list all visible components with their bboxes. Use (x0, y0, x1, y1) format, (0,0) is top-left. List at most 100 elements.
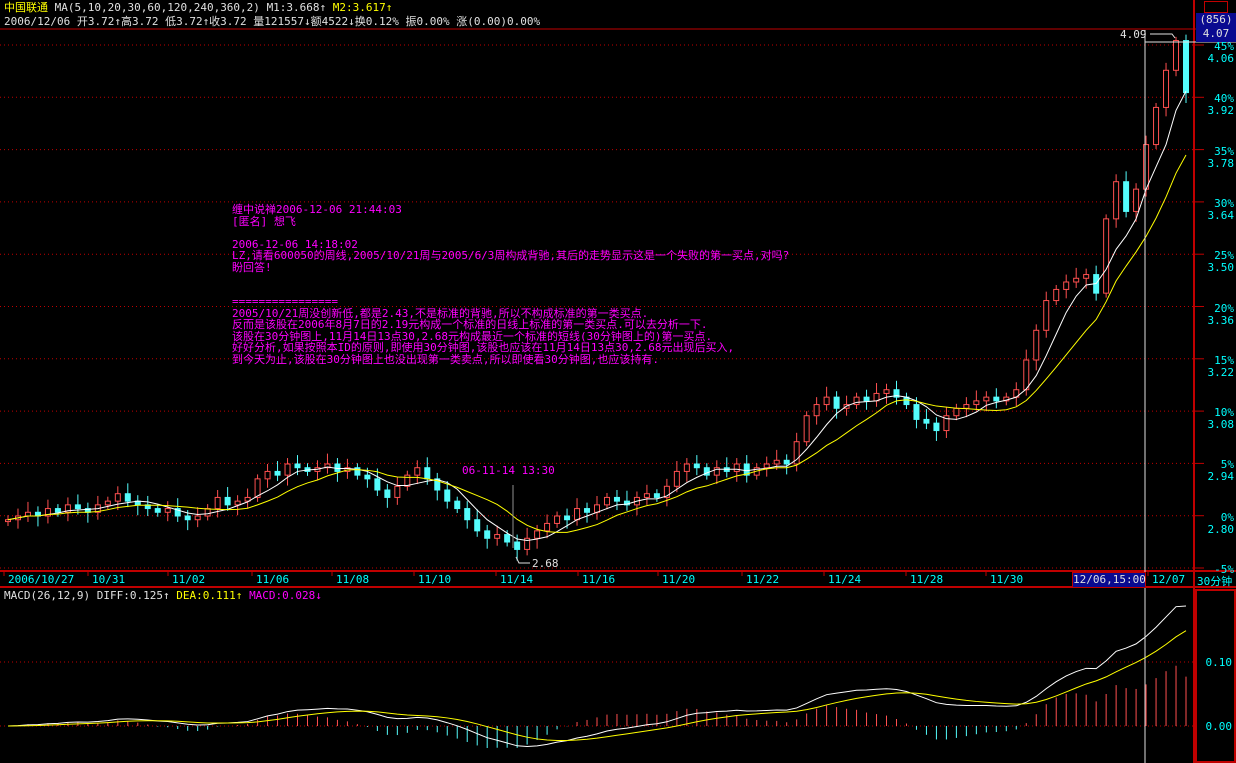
current-price: 4.07 (1202, 27, 1230, 40)
candle-down (504, 534, 511, 543)
candle-up (1023, 359, 1030, 391)
x-tick-label: 11/28 (910, 573, 944, 586)
candle-up (1173, 40, 1180, 71)
x-tick-label: 11/02 (172, 573, 206, 586)
candle-up (394, 485, 401, 498)
annotation-text: 缠中说禅2006-12-06 21:44:03 [匿名] 想飞 2006-12-06… (232, 204, 789, 365)
candle-down (564, 515, 571, 521)
macd-tick: 0.00 (1205, 720, 1233, 733)
macd-tick: 0.10 (1205, 656, 1233, 669)
candle-down (424, 467, 431, 480)
annotation-line: 到今天为止,该股在30分钟图上也没出现第一类卖点,所以即使看30分钟图,也应该持… (232, 352, 659, 366)
candle-up (973, 400, 980, 406)
x-tick-label: 11/14 (500, 573, 534, 586)
candle-up (214, 496, 221, 510)
cursor-date-label: 12/06,15:00 (1072, 572, 1146, 588)
candle-up (1143, 144, 1150, 190)
y-tick-price: 3.92 (1207, 104, 1235, 118)
candle-up (963, 404, 970, 409)
macd-header: MACD(26,12,9) DIFF:0.125↑ DEA:0.111↑ MAC… (4, 589, 322, 602)
candle-up (883, 389, 890, 394)
candle-up (194, 515, 201, 521)
candle-down (444, 489, 451, 502)
candle-up (983, 396, 990, 402)
low-time-label: 06-11-14 13:30 (462, 464, 555, 477)
candle-up (763, 463, 770, 469)
m1-value: M1:3.668↑ (266, 1, 327, 14)
grid-icon[interactable] (1204, 1, 1228, 13)
candle-down (224, 496, 231, 506)
candle-up (953, 407, 960, 417)
candle-up (673, 470, 680, 487)
x-tick-label: 11/06 (256, 573, 290, 586)
candle-up (544, 522, 551, 532)
candle-down (374, 478, 381, 491)
annotation-line: [匿名] 想飞 (232, 214, 296, 228)
candle-down (274, 470, 281, 476)
candle-down (384, 489, 391, 498)
candle-up (823, 396, 830, 406)
high-marker-line (1150, 33, 1176, 39)
candle-up (1083, 274, 1090, 279)
candle-up (773, 459, 780, 465)
y-tick-price: 2.94 (1207, 470, 1235, 484)
count-value: (856) (1199, 13, 1233, 26)
candle-up (104, 500, 111, 506)
candle-up (5, 519, 11, 523)
ma-params: MA(5,10,20,30,60,120,240,360,2) (54, 1, 260, 14)
x-tick-label: 11/08 (336, 573, 370, 586)
candle-up (24, 511, 31, 517)
candle-up (1053, 288, 1060, 302)
candle-down (653, 493, 660, 498)
candle-up (494, 534, 501, 539)
candle-up (234, 500, 241, 506)
candle-down (933, 422, 940, 432)
candle-up (284, 463, 291, 476)
x-tick-label: 11/20 (662, 573, 696, 586)
candle-down (294, 463, 301, 469)
candle-up (813, 404, 820, 417)
candle-down (364, 474, 371, 480)
stock-name: 中国联通 (4, 1, 48, 14)
candle-down (584, 508, 591, 513)
candle-up (264, 470, 271, 480)
candle-down (923, 418, 930, 424)
candle-down (863, 396, 870, 402)
y-tick-price: 3.08 (1207, 418, 1235, 432)
diff-value: DIFF:0.125↑ (96, 589, 170, 602)
annotation-line (232, 227, 789, 239)
candle-down (993, 396, 1000, 402)
candle-up (1033, 329, 1040, 361)
candle-up (534, 530, 541, 539)
m2-value: M2:3.617↑ (332, 1, 393, 14)
candle-up (164, 508, 171, 513)
candle-down (1123, 181, 1130, 212)
candle-up (603, 496, 610, 506)
quote-line: 2006/12/06 开3.72↑高3.72 低3.72↑收3.72 量1215… (4, 15, 541, 28)
candle-up (204, 508, 211, 517)
annotation-line: 缠中说禅2006-12-06 21:44:03 (232, 203, 402, 216)
candle-up (574, 508, 581, 521)
annotation-line: LZ,请看600050的周线,2005/10/21周与2005/6/3周构成背驰… (232, 249, 790, 262)
x-tick-label: 10/31 (92, 573, 126, 586)
y-tick-price: 3.64 (1207, 208, 1235, 222)
annotation-line: 盼回答! (232, 260, 272, 274)
high-price-label: 4.09 (1120, 28, 1147, 41)
y-tick-price: 4.06 (1207, 52, 1235, 65)
candle-up (1113, 181, 1120, 220)
x-tick-label: 12/07 (1152, 573, 1186, 586)
x-tick-label: 11/24 (828, 573, 862, 586)
candlestick-chart[interactable]: 4.09 2.68 06-11-14 13:30 (0, 0, 1236, 763)
candle-down (464, 508, 471, 521)
candle-down (454, 500, 461, 510)
y-tick-price: 3.78 (1207, 156, 1235, 170)
period-label[interactable]: 30分钟 (1197, 573, 1232, 589)
candle-down (833, 396, 840, 409)
candle-up (1163, 69, 1170, 108)
candle-up (683, 463, 690, 472)
low-price-label: 2.68 (532, 557, 559, 570)
candle-down (783, 459, 790, 465)
candle-down (484, 530, 491, 539)
candle-up (643, 493, 650, 498)
candle-down (184, 515, 191, 521)
